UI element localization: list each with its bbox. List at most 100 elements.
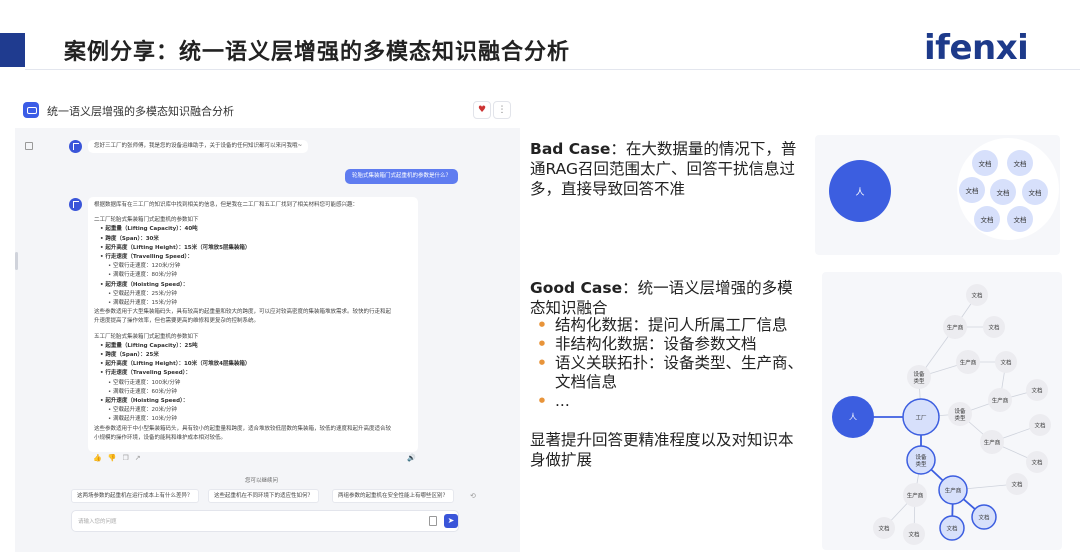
graph-node-label: 文档 [908, 531, 920, 539]
bullet-item: • 语义关联拓扑：设备类型、生产商、文档信息 [537, 354, 804, 391]
chat-app-icon [23, 102, 39, 118]
graph-node-label: 类型 [913, 377, 925, 385]
bad-case-diagram-svg: 人 文档 文档文档 文档 文档文档 文档 [829, 138, 1059, 240]
share-icon[interactable]: ↗ [135, 454, 147, 462]
graph-node-label: 文档 [978, 514, 990, 522]
more-button[interactable]: ⋮ [493, 101, 511, 119]
header-divider [25, 69, 1080, 70]
thumb-up-icon[interactable]: 👍 [93, 454, 108, 462]
suggestion-chip[interactable]: 两组参数的起重机在安全性能上有哪些区别？ [332, 489, 455, 503]
answer-line: • 行走速度（Traveling Speed）： [100, 370, 191, 377]
answer-line: 这些参数适用于中小型集装箱码头，具有较小的起重量和跨度，适合堆放较低层数的集装箱… [94, 425, 392, 432]
graph-node-label: 生产商 [947, 324, 964, 332]
good-case-knowledge-graph: 人工厂 设备 类型 设备 类型 设备 类型 生产商 生产商 生产商 生产商 生产商 生产商 文档 文档 文档文… [822, 272, 1062, 550]
graph-node-label: 文档 [1011, 481, 1023, 489]
document-node-label: 文档 [981, 215, 994, 224]
person-node-label: 人 [855, 187, 864, 198]
answer-line: 升速度提高了操作效率，但也需要更高的维修和更复杂的控制系统。 [94, 318, 260, 325]
answer-line: • 满载起升速度：15米/分钟 [108, 300, 177, 307]
answer-line: • 满载行走速度：60米/分钟 [108, 388, 177, 395]
answer-line: • 跨度（Span）：25米 [100, 352, 159, 359]
favorite-button[interactable]: ♥ [473, 101, 491, 119]
document-node-label: 文档 [997, 188, 1010, 197]
answer-line: 小规模的操作环境，设备的能耗和维护成本相对较低。 [94, 434, 227, 441]
app-title: 统一语义层增强的多模态知识融合分析 [47, 105, 234, 118]
answer-line: • 起升速度（Hoisting Speed）： [100, 281, 189, 288]
app-header: 统一语义层增强的多模态知识融合分析 ♥ ⋮ [15, 92, 520, 128]
suggestion-chip[interactable]: 这两场参数的起重机在运行成本上有什么差异？ [71, 489, 199, 503]
bot-answer-message: 根据数据库有在三工厂的知识库中找到相关的信息，但是我在二工厂和五工厂找到了相关材… [88, 197, 418, 452]
attach-file-icon[interactable] [429, 516, 437, 526]
answer-line: • 空载起升速度：25米/分钟 [108, 290, 177, 297]
graph-node-label: 设备 [915, 453, 927, 461]
answer-line: 二工厂轮胎式集装箱门式起重机的参数如下 [94, 217, 199, 224]
graph-node-label: 文档 [878, 525, 890, 533]
graph-node-label: 生产商 [960, 359, 977, 367]
thumb-down-icon[interactable]: 👎 [108, 454, 123, 462]
good-case-label: Good Case [530, 279, 623, 297]
more-icon: ⋮ [497, 105, 507, 115]
graph-node-label: 文档 [988, 324, 1000, 332]
answer-line: • 起升高度（Lifting Height）：15米（可堆放5层集装箱） [100, 244, 251, 251]
answer-line: • 起升速度（Hoisting Speed）： [100, 398, 189, 405]
copy-icon[interactable]: ❐ [122, 454, 134, 462]
answer-line: 根据数据库有在三工厂的知识库中找到相关的信息，但是我在二工厂和五工厂找到了相关材… [94, 202, 359, 208]
answer-line: • 起重量（Lifting Capacity）：25吨 [100, 342, 198, 349]
slide-accent-bar [0, 33, 25, 67]
chat-input-placeholder: 请输入您的问题 [78, 519, 117, 525]
answer-line: • 行走速度（Travelling Speed）： [100, 254, 193, 261]
heart-icon: ♥ [477, 105, 487, 115]
document-node-label: 文档 [1014, 215, 1027, 224]
sidebar-collapse-handle[interactable] [15, 252, 18, 270]
answer-line: • 跨度（Span）：30米 [100, 235, 159, 242]
refresh-suggestions-icon[interactable]: ⟲ [470, 492, 476, 500]
graph-node-label: 人 [849, 413, 857, 422]
graph-node-label: 设备 [954, 407, 966, 415]
bad-case-label: Bad Case [530, 140, 611, 158]
graph-node-label: 类型 [954, 414, 966, 422]
graph-node-label: 文档 [1034, 422, 1046, 430]
graph-node-label: 生产商 [945, 487, 962, 495]
good-case-bullets: • 结构化数据：提问人所属工厂信息 • 非结构化数据：设备参数文档 • 语义关联拓扑：… [537, 316, 812, 411]
good-case-text: Good Case：统一语义层增强的多模态知识融合 [530, 278, 805, 318]
bullet-item: • 非结构化数据：设备参数文档 [537, 335, 757, 353]
answer-line: • 空载起升速度：20米/分钟 [108, 407, 177, 414]
ifenxi-logo: ifenxi [924, 28, 1029, 68]
answer-line: 这些参数适用于大型集装箱码头，具有较高的起重量和较大的跨度，可以应对较高密度的集… [94, 309, 392, 316]
suggestion-chip[interactable]: 这些起重机在不同环境下的适应性如何？ [208, 489, 320, 503]
send-button[interactable]: ➤ [444, 514, 458, 528]
bot-avatar [69, 140, 82, 153]
graph-node-label: 文档 [971, 292, 983, 300]
message-feedback-bar: 👍👎❐↗ [93, 454, 147, 462]
bad-case-diagram: 人 文档 文档 文档 文档 文档 文档 文档 [815, 135, 1060, 255]
sidebar-toggle-icon[interactable] [25, 142, 33, 150]
send-icon: ➤ [447, 516, 455, 525]
graph-node-label: 文档 [1000, 359, 1012, 367]
graph-node-label: 文档 [1031, 387, 1043, 395]
answer-line: • 起重量（Lifting Capacity）：40吨 [100, 226, 198, 233]
chat-input[interactable]: 请输入您的问题 ➤ [71, 510, 459, 532]
answer-line: • 满载行走速度：80米/分钟 [108, 272, 177, 279]
graph-node-label: 文档 [1031, 459, 1043, 467]
document-node-label: 文档 [1029, 188, 1042, 197]
graph-node-label: 文档 [946, 525, 958, 533]
document-node-label: 文档 [979, 159, 992, 168]
bot-avatar [69, 198, 82, 211]
knowledge-graph-svg: 人工厂设备类型设备类型设备类型生产商生产商生产商生产商生产商生产商文档文档文档文… [832, 284, 1051, 545]
user-question-message: 轮胎式集装箱门式起重机的参数是什么？ [345, 169, 459, 185]
graph-node-label: 类型 [915, 460, 927, 468]
document-node-label: 文档 [1014, 159, 1027, 168]
bad-case-text: Bad Case：在大数据量的情况下，普通RAG召回范围太广、回答干扰信息过多，… [530, 139, 805, 199]
answer-line: • 空载行走速度：100米/分钟 [108, 379, 181, 386]
graph-node-label: 生产商 [984, 439, 1001, 447]
summary-text: 显著提升回答更精准程度以及对知识本身做扩展 [530, 431, 794, 469]
chat-app-screenshot: 统一语义层增强的多模态知识融合分析 ♥ ⋮ 您好三工厂的张师傅，我是您的设备运维… [15, 92, 520, 552]
graph-node-label: 设备 [913, 370, 925, 378]
speaker-icon[interactable]: 🔊 [407, 454, 416, 462]
answer-line: • 起升高度（Lifting Height）：10米（可堆放4层集装箱） [100, 361, 251, 368]
answer-line: • 空载行走速度：120米/分钟 [108, 263, 181, 270]
graph-node-label: 工厂 [915, 415, 927, 422]
slide-title: 案例分享：统一语义层增强的多模态知识融合分析 [64, 40, 571, 65]
answer-line: 五工厂轮胎式集装箱门式起重机的参数如下 [94, 333, 199, 340]
graph-node-label: 生产商 [907, 492, 924, 500]
